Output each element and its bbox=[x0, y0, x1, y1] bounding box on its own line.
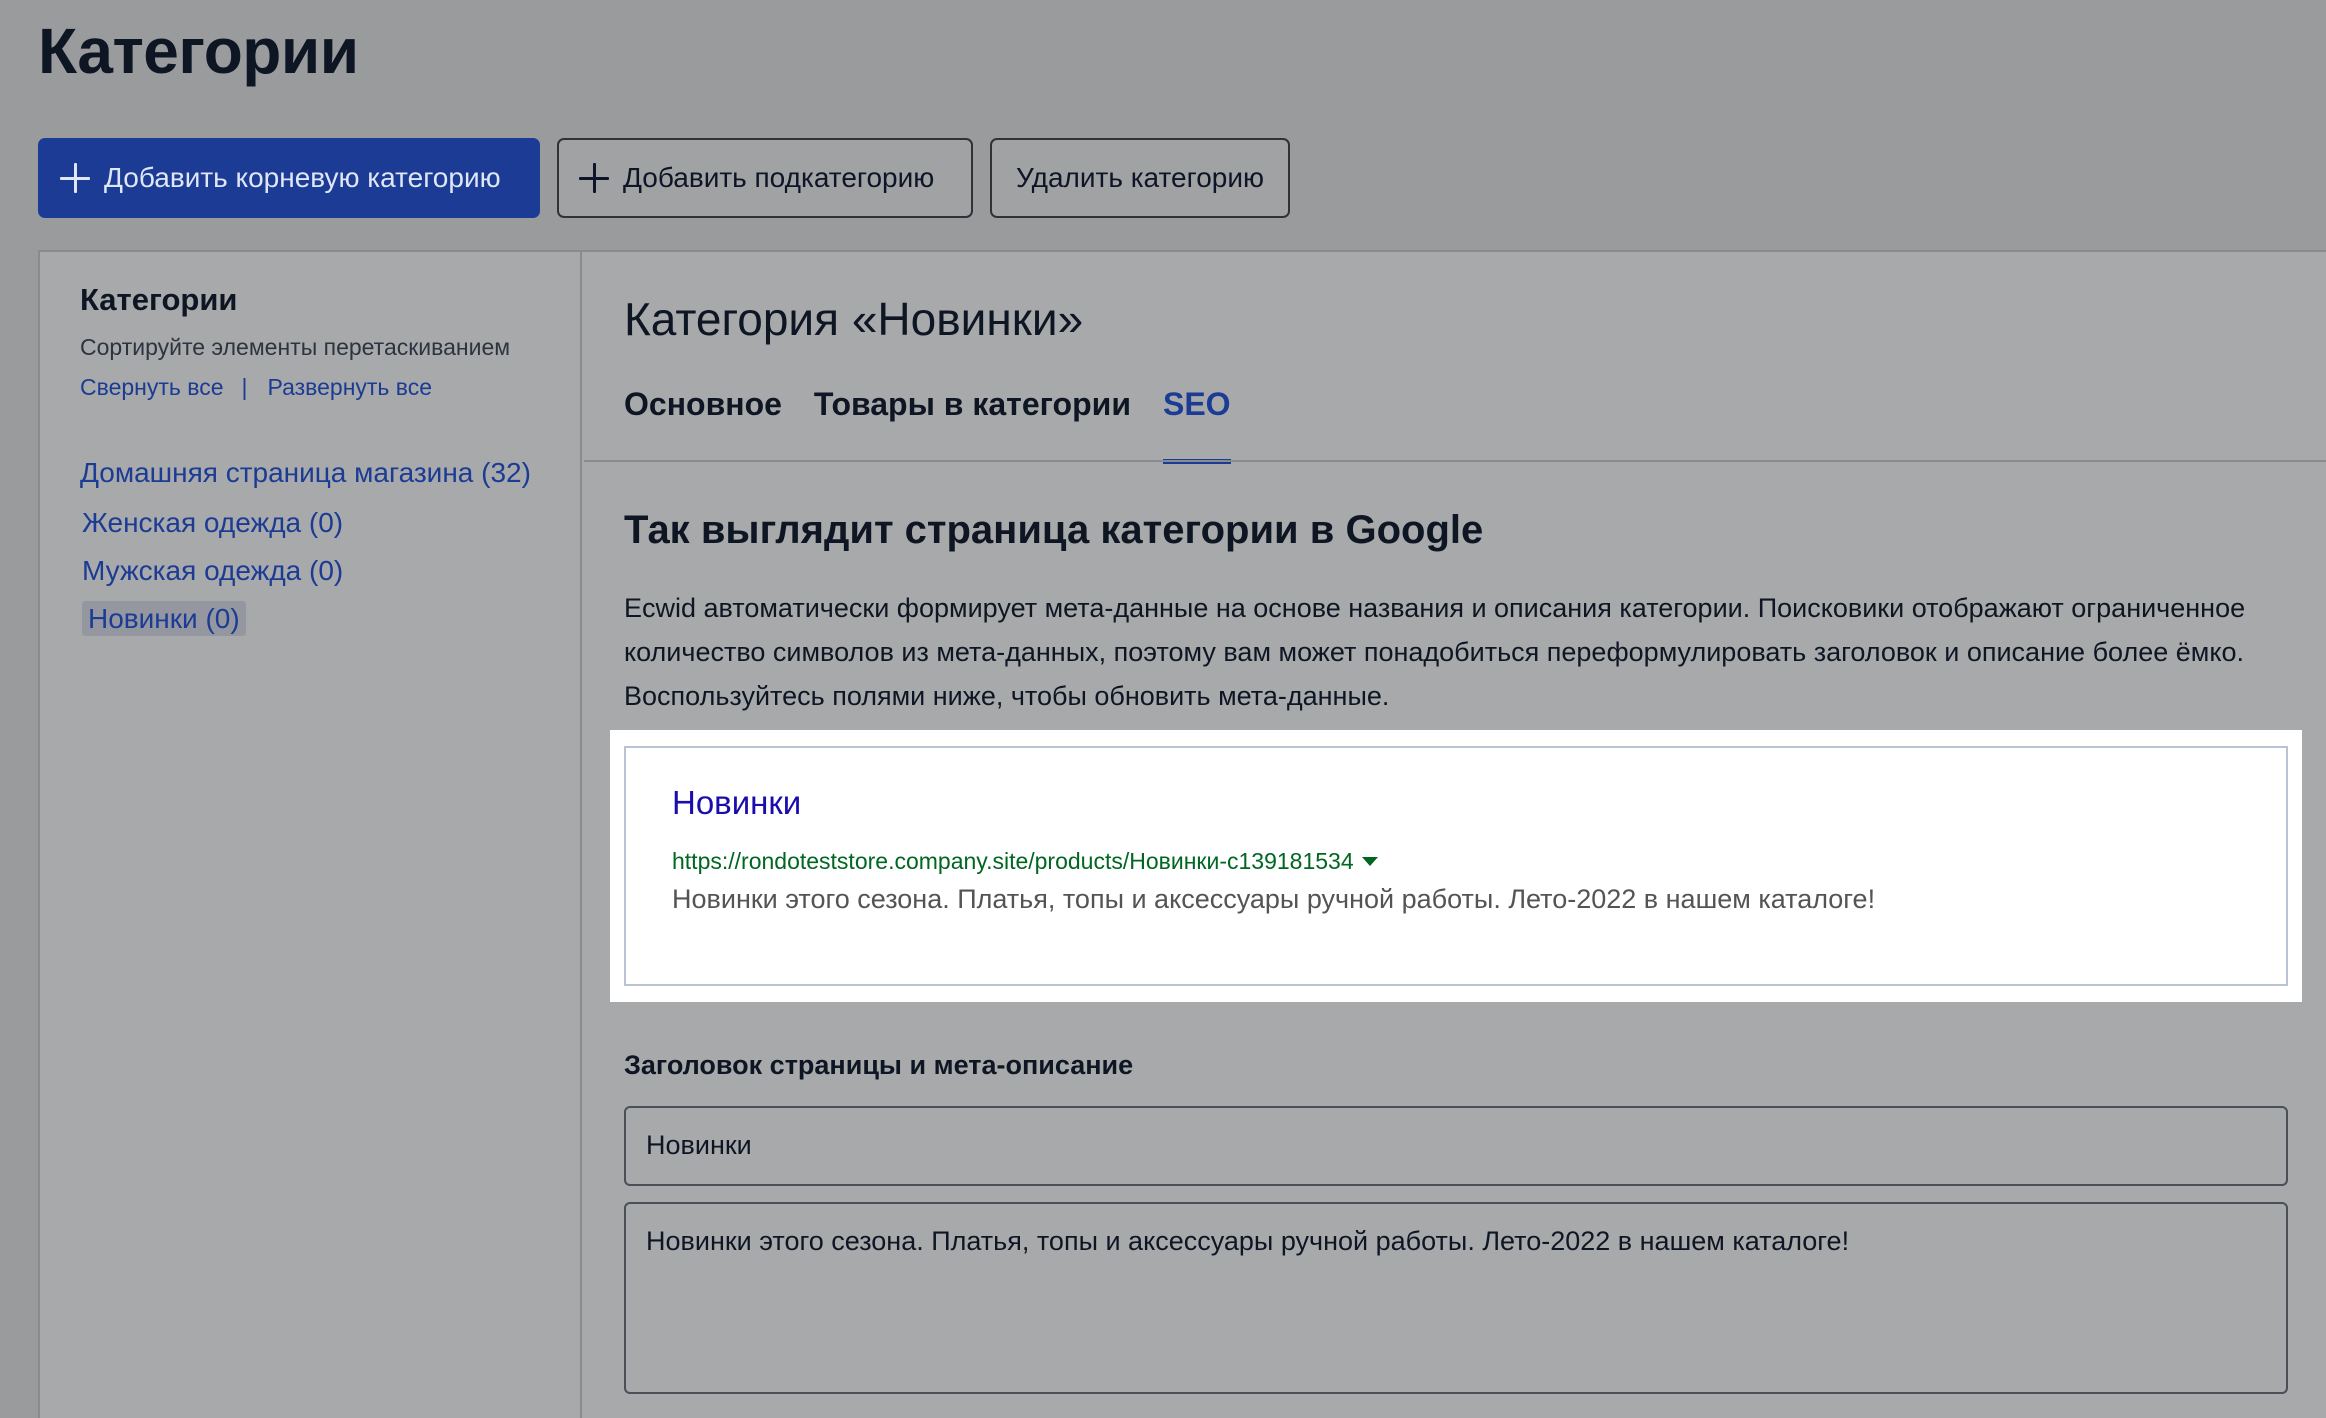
delete-category-button[interactable]: Удалить категорию bbox=[990, 138, 1290, 218]
sidebar-hint: Сортируйте элементы перетаскиванием bbox=[80, 334, 511, 360]
sidebar-tree-controls: Свернуть все | Развернуть все bbox=[80, 374, 432, 401]
editor-tabs: Основное Товары в категории SEO bbox=[624, 386, 1231, 464]
tree-item-mens[interactable]: Мужская одежда (0) bbox=[82, 546, 531, 596]
tab-general[interactable]: Основное bbox=[624, 386, 782, 458]
tree-item-home[interactable]: Домашняя страница магазина (32) bbox=[80, 448, 531, 498]
caret-down-icon bbox=[1361, 857, 1378, 866]
category-tree: Домашняя страница магазина (32) Женская … bbox=[80, 448, 531, 644]
preview-title: Новинки bbox=[672, 784, 802, 821]
sidebar-title: Категории bbox=[80, 282, 238, 317]
preview-url-text: https://rondoteststore.company.site/prod… bbox=[672, 848, 1354, 874]
seo-heading: Так выглядит страница категории в Google bbox=[624, 508, 1484, 552]
plus-icon bbox=[60, 163, 90, 193]
seo-description: Ecwid автоматически формирует мета-данны… bbox=[624, 593, 2246, 711]
tree-item-label: Новинки (0) bbox=[82, 601, 246, 636]
preview-description: Новинки этого сезона. Платья, топы и акс… bbox=[672, 884, 1876, 914]
page: Категории Добавить корневую категорию До… bbox=[0, 0, 2326, 1418]
expand-all-link[interactable]: Развернуть все bbox=[268, 374, 433, 401]
tree-item-label: Мужская одежда (0) bbox=[82, 555, 344, 586]
collapse-all-link[interactable]: Свернуть все bbox=[80, 374, 224, 401]
link-separator: | bbox=[241, 374, 248, 400]
preview-url: https://rondoteststore.company.site/prod… bbox=[672, 848, 1378, 875]
google-preview-card: Новинки https://rondoteststore.company.s… bbox=[624, 746, 2288, 986]
tree-item-new-arrivals[interactable]: Новинки (0) bbox=[82, 594, 531, 644]
category-title: Категория «Новинки» bbox=[624, 293, 1084, 345]
add-root-category-button[interactable]: Добавить корневую категорию bbox=[38, 138, 540, 218]
page-title-input[interactable]: Новинки bbox=[624, 1106, 2288, 1186]
category-sidebar: Категории Сортируйте элементы перетаскив… bbox=[40, 252, 582, 1418]
delete-category-label: Удалить категорию bbox=[1016, 162, 1264, 193]
add-subcategory-button[interactable]: Добавить подкатегорию bbox=[557, 138, 973, 218]
tabs-divider bbox=[584, 460, 2326, 462]
tree-item-label: Домашняя страница магазина (32) bbox=[80, 457, 531, 488]
category-panel: Категории Сортируйте элементы перетаскив… bbox=[38, 250, 2326, 1418]
google-preview-highlight: Новинки https://rondoteststore.company.s… bbox=[610, 730, 2302, 1002]
add-subcategory-label: Добавить подкатегорию bbox=[623, 162, 935, 193]
tree-item-label: Женская одежда (0) bbox=[82, 507, 344, 538]
meta-fields-label: Заголовок страницы и мета-описание bbox=[624, 1050, 1134, 1080]
meta-description-textarea[interactable]: Новинки этого сезона. Платья, топы и акс… bbox=[624, 1202, 2288, 1394]
toolbar: Добавить корневую категорию Добавить под… bbox=[38, 138, 1290, 218]
tab-products[interactable]: Товары в категории bbox=[814, 386, 1131, 458]
tab-seo[interactable]: SEO bbox=[1162, 386, 1231, 464]
plus-icon bbox=[579, 163, 609, 193]
page-title: Категории bbox=[38, 15, 359, 87]
tree-item-womens[interactable]: Женская одежда (0) bbox=[82, 498, 531, 548]
add-root-category-label: Добавить корневую категорию bbox=[104, 162, 501, 193]
category-editor: Категория «Новинки» Основное Товары в ка… bbox=[584, 252, 2326, 1418]
